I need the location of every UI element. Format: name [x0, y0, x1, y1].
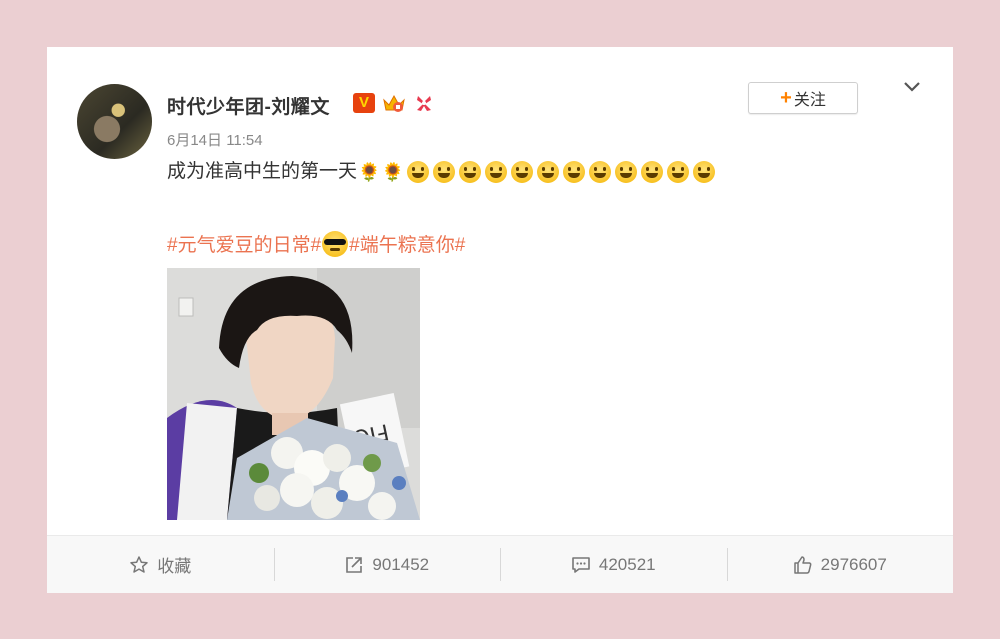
- star-icon: [130, 555, 148, 573]
- smile-icon: [406, 161, 429, 183]
- comment-icon: [572, 556, 590, 573]
- repost-count: 901452: [372, 554, 430, 574]
- favorite-label: 收藏: [157, 557, 192, 576]
- post-action-bar: 收藏 901452 420521 2976607: [47, 535, 953, 593]
- verified-v-badge[interactable]: V: [353, 93, 375, 113]
- hashtag-link-2[interactable]: #端午粽意你#: [349, 230, 465, 257]
- avatar[interactable]: [77, 84, 152, 159]
- ribbon-badge-icon[interactable]: [413, 92, 435, 114]
- comment-count: 420521: [598, 554, 656, 574]
- smile-icon: [562, 161, 585, 183]
- sunflower-icon: 🌻: [358, 162, 381, 182]
- author-name[interactable]: 时代少年团-刘耀文: [167, 92, 330, 119]
- like-count: 2976607: [820, 554, 887, 574]
- sunflower-icon: 🌻: [381, 162, 404, 182]
- smile-icon: [614, 161, 637, 183]
- smile-icon: [536, 161, 559, 183]
- smile-icon: [484, 161, 507, 183]
- weibo-post-card: 时代少年团-刘耀文 V 6月14日 11:54 + 关注 成为准高中生的第一天 …: [47, 47, 953, 593]
- sunglasses-emoji-icon: [322, 230, 349, 257]
- repost-button[interactable]: 901452: [273, 536, 501, 593]
- thumbs-up-icon: [793, 555, 812, 574]
- hashtag-link-1[interactable]: #元气爱豆的日常#: [167, 230, 321, 257]
- post-timestamp[interactable]: 6月14日 11:54: [167, 129, 263, 150]
- favorite-button[interactable]: 收藏: [47, 536, 274, 593]
- post-text: 成为准高中生的第一天 🌻 🌻: [167, 159, 715, 185]
- post-hashtags: #元气爱豆的日常# #端午粽意你#: [167, 230, 465, 257]
- follow-button[interactable]: + 关注: [748, 82, 858, 114]
- smile-icon: [692, 161, 715, 183]
- smile-icon: [432, 161, 455, 183]
- follow-label: 关注: [793, 92, 826, 109]
- post-photo[interactable]: FIO: [167, 268, 420, 520]
- crown-badge-icon[interactable]: [381, 92, 407, 114]
- smile-icon: [588, 161, 611, 183]
- post-text-content: 成为准高中生的第一天: [167, 161, 358, 182]
- author-badges: V: [353, 92, 435, 114]
- smile-icon: [666, 161, 689, 183]
- smile-emoji-row: [406, 161, 715, 183]
- smile-icon: [458, 161, 481, 183]
- smile-icon: [640, 161, 663, 183]
- repost-icon: [346, 556, 363, 573]
- comment-button[interactable]: 420521: [500, 536, 727, 593]
- smile-icon: [510, 161, 533, 183]
- like-button[interactable]: 2976607: [726, 536, 954, 593]
- plus-icon: +: [780, 87, 792, 109]
- chevron-down-icon[interactable]: [902, 77, 922, 97]
- photo-illustration: FIO: [167, 268, 420, 520]
